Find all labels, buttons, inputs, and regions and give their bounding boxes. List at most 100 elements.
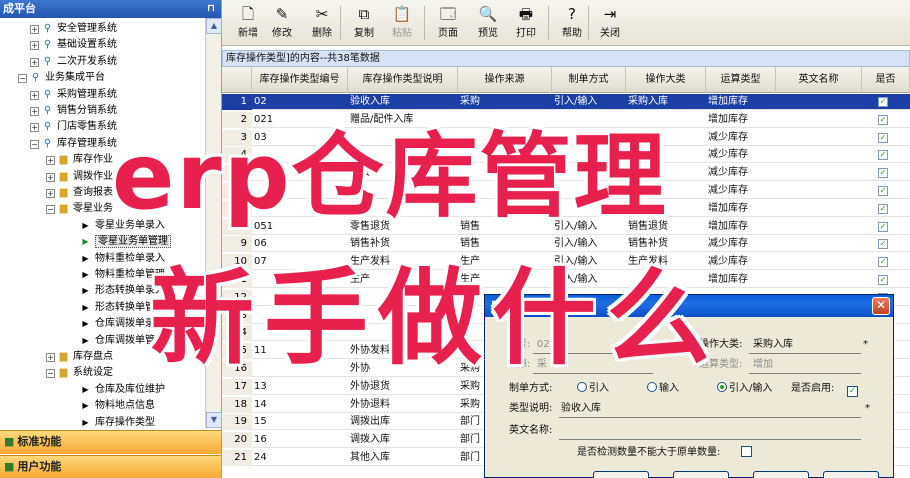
expand-icon[interactable]: + — [46, 189, 55, 198]
row-enabled-checkbox[interactable]: ✓ — [878, 150, 888, 161]
row-enabled-checkbox[interactable]: ✓ — [878, 221, 888, 232]
expand-icon[interactable]: + — [30, 25, 39, 34]
op-category-value[interactable]: 采购入库 — [753, 337, 793, 353]
row-enabled-checkbox[interactable]: ✓ — [878, 97, 888, 107]
row-enabled-checkbox[interactable]: ✓ — [878, 275, 888, 285]
toolbar-button[interactable]: ✂ 删除 — [306, 4, 338, 42]
grid-caption: 库存操作类型]的内容--共38笔数据 — [222, 50, 910, 67]
toolbar-button[interactable]: 🔍 预览 — [472, 4, 504, 42]
toolbar-button-label: 关闭 — [600, 28, 620, 39]
close-icon[interactable]: ✕ — [872, 297, 890, 315]
tree-node[interactable]: − ⚲ 业务集成平台 — [18, 70, 105, 86]
tree-node-label: 安全管理系统 — [57, 23, 117, 34]
standard-functions-button[interactable]: ■ 标准功能 — [0, 430, 221, 454]
expand-icon[interactable]: + — [30, 123, 39, 133]
table-row[interactable]: 9 06 销售补货 销售 引入/输入 销售补货 减少库存 ✓ — [222, 236, 910, 253]
expand-icon[interactable]: + — [46, 172, 55, 182]
expand-icon[interactable]: + — [46, 156, 55, 166]
collapse-icon[interactable]: − — [46, 205, 55, 215]
dialog-button-4[interactable] — [823, 471, 879, 478]
column-header[interactable] — [222, 67, 252, 93]
toolbar-button[interactable]: 🗋 新增 — [232, 4, 264, 42]
tree-node[interactable]: + ⚲ 安全管理系统 — [30, 21, 117, 37]
module-icon: ⚲ — [43, 23, 52, 34]
tree-node[interactable]: + ⚲ 销售分销系统 — [30, 103, 117, 119]
toolbar-button[interactable]: 🖶 打印 — [510, 4, 542, 42]
scroll-up-icon[interactable]: ▲ — [206, 18, 222, 34]
expand-icon[interactable]: + — [30, 90, 39, 100]
mode-option-input[interactable]: 输入 — [647, 381, 679, 397]
pin-icon[interactable]: ⊓ — [207, 0, 215, 18]
tree-node-label: 调拨作业 — [73, 170, 113, 182]
qty-check-label: 是否检测数量不能大于原单数量: — [577, 447, 721, 458]
table-cell: 验收入库 — [350, 96, 390, 107]
tree-node[interactable]: + ⚲ 基础设置系统 — [30, 37, 117, 53]
tree-node[interactable]: + ⚲ 二次开发系统 — [30, 54, 117, 70]
qty-check-checkbox[interactable] — [741, 445, 752, 461]
row-enabled-checkbox[interactable]: ✓ — [878, 186, 888, 196]
module-icon: ⚲ — [43, 39, 52, 51]
row-enabled-checkbox[interactable]: ✓ — [878, 239, 888, 250]
navigation-panel: 成平台 ⊓ + ⚲ 安全管理系统 + ⚲ 基础设置系统 + ⚲ 二次开发系统 − ⚲ 业务集成平台 + ⚲… — [0, 0, 222, 478]
tree-node[interactable]: + ▆ 库存盘点 — [46, 349, 113, 365]
expand-icon[interactable]: + — [30, 41, 39, 51]
toolbar-button[interactable]: ✎ 修改 — [266, 4, 298, 42]
function-icon: ▶ — [82, 270, 89, 279]
column-header[interactable]: 操作来源 — [458, 67, 552, 93]
collapse-icon[interactable]: − — [30, 139, 39, 149]
dialog-button-1[interactable] — [593, 471, 649, 478]
toolbar-button[interactable]: ⇥ 关闭 — [594, 4, 626, 42]
column-header[interactable]: 操作大类 — [626, 67, 706, 93]
calc-type-value[interactable]: 增加 — [753, 357, 773, 373]
expand-icon[interactable]: + — [46, 353, 55, 362]
checkbox-icon — [741, 446, 752, 457]
tree-node[interactable]: − ▆ 零星业务 — [46, 201, 113, 217]
expand-icon[interactable]: + — [30, 57, 39, 67]
user-functions-button[interactable]: ■ 用户功能 — [0, 455, 221, 478]
expand-icon[interactable]: + — [30, 107, 39, 116]
desc-input[interactable]: 验收入库 — [561, 401, 601, 417]
scroll-down-icon[interactable]: ▼ — [206, 412, 222, 428]
column-header[interactable]: 运算类型 — [706, 67, 776, 93]
tree-node[interactable]: + ▆ 库存作业 — [46, 152, 113, 168]
tree-node[interactable]: − ▆ 系统设定 — [46, 365, 113, 381]
column-header[interactable]: 制单方式 — [552, 67, 626, 93]
column-header[interactable]: 库存操作类型编号 — [252, 67, 348, 93]
toolbar-button[interactable]: ⧉ 复制 — [348, 4, 380, 42]
table-cell: 调拨出库 — [350, 416, 390, 428]
tree-node[interactable]: + ▆ 查询报表 — [46, 185, 113, 201]
required-mark: * — [865, 403, 870, 414]
dialog-button-2[interactable] — [673, 471, 729, 478]
dialog-button-3[interactable] — [753, 471, 809, 478]
tree-node[interactable]: ▶ 零星业务单管理 — [66, 234, 171, 250]
tree-node[interactable]: − ⚲ 库存管理系统 — [30, 136, 117, 152]
mode-option-both[interactable]: 引入/输入 — [717, 381, 772, 397]
toolbar-button[interactable]: ? 帮助 — [556, 4, 588, 42]
tree-node[interactable]: ▶ 库存操作类型 — [66, 415, 155, 428]
tree-node[interactable]: ▶ 仓库及库位维护 — [66, 382, 165, 398]
tree-node[interactable]: + ▆ 调拨作业 — [46, 169, 113, 185]
toolbar-button-label: 帮助 — [562, 28, 582, 39]
tree-node[interactable]: + ⚲ 门店零售系统 — [30, 119, 117, 135]
tree-node[interactable]: + ⚲ 采购管理系统 — [30, 87, 117, 103]
column-header[interactable]: 库存操作类型说明 — [348, 67, 458, 93]
table-row[interactable]: 1 02 验收入库 采购 引入/输入 采购入库 增加库存 ✓ — [222, 94, 910, 110]
collapse-icon[interactable]: − — [18, 74, 27, 84]
row-enabled-checkbox[interactable]: ✓ — [878, 203, 888, 214]
enabled-checkbox[interactable]: ✓ — [847, 381, 858, 397]
row-enabled-checkbox[interactable]: ✓ — [878, 114, 888, 125]
tree-node-label: 零星业务 — [73, 203, 113, 215]
tree-node-label: 库存管理系统 — [57, 137, 117, 149]
column-header[interactable]: 英文名称 — [776, 67, 862, 93]
row-enabled-checkbox[interactable]: ✓ — [878, 168, 888, 179]
column-header[interactable]: 是否 — [862, 67, 910, 93]
collapse-icon[interactable]: − — [46, 369, 55, 379]
tree-node-label: 系统设定 — [73, 367, 113, 379]
folder-icon: ▆ — [59, 351, 68, 362]
row-enabled-checkbox[interactable]: ✓ — [878, 257, 888, 268]
row-enabled-checkbox[interactable]: ✓ — [878, 132, 888, 143]
toolbar-button[interactable]: 🗔 页面 — [432, 4, 464, 42]
toolbar-button[interactable]: 📋 粘贴 — [386, 4, 418, 42]
mode-option-import[interactable]: 引入 — [577, 381, 609, 397]
tree-node[interactable]: ▶ 物料地点信息 — [66, 398, 155, 414]
